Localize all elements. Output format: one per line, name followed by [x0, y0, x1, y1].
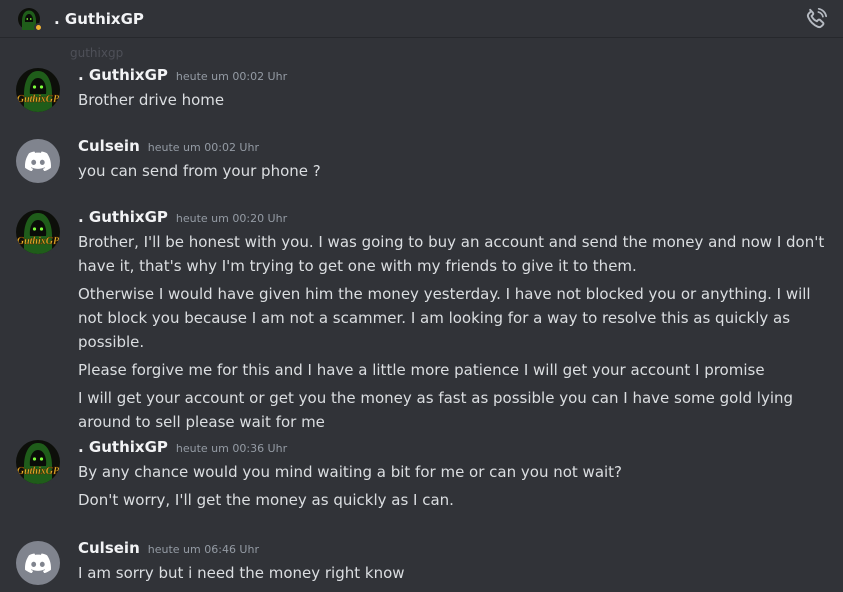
message-text: Brother drive home	[78, 91, 225, 109]
avatar-culsein[interactable]	[16, 541, 60, 585]
message-text: Don't worry, I'll get the money as quick…	[78, 491, 454, 509]
avatar-logo-text: GuthixGP	[17, 236, 60, 247]
avatar-guthixgp[interactable]: GuthixGP	[16, 440, 60, 484]
avatar-logo-text: GuthixGP	[17, 466, 60, 477]
message-timestamp: heute um 00:02 Uhr	[147, 141, 259, 154]
message-list[interactable]: guthixgp GuthixGP . GuthixGP heute um 00…	[0, 38, 843, 592]
message-author[interactable]: Culsein	[78, 539, 140, 557]
message-text: Otherwise I would have given him the mon…	[78, 285, 811, 351]
message-text: Please forgive me for this and I have a …	[78, 361, 765, 379]
hooded-figure-icon: GuthixGP	[16, 210, 60, 254]
message-timestamp: heute um 06:46 Uhr	[147, 543, 259, 556]
avatar-guthixgp[interactable]: GuthixGP	[16, 210, 60, 254]
scrolled-username-fragment: guthixgp	[70, 46, 124, 60]
discord-logo-icon	[25, 553, 51, 573]
header-avatar[interactable]	[18, 7, 43, 32]
message-timestamp: heute um 00:02 Uhr	[175, 70, 288, 83]
avatar-logo-text: GuthixGP	[17, 94, 60, 105]
message-text: I am sorry but i need the money right kn…	[78, 564, 405, 582]
message-text: By any chance would you mind waiting a b…	[78, 463, 623, 481]
message-text: Brother, I'll be honest with you. I was …	[78, 233, 825, 275]
phone-call-icon[interactable]	[803, 6, 829, 32]
message-author[interactable]: . GuthixGP	[78, 438, 168, 456]
message-author[interactable]: Culsein	[78, 137, 140, 155]
hooded-figure-icon: GuthixGP	[16, 440, 60, 484]
discord-logo-icon	[25, 151, 51, 171]
message-timestamp: heute um 00:36 Uhr	[175, 442, 288, 455]
avatar-guthixgp[interactable]: GuthixGP	[16, 68, 60, 112]
hooded-figure-icon: GuthixGP	[16, 68, 60, 112]
status-indicator	[34, 22, 43, 32]
dm-title: . GuthixGP	[54, 9, 144, 28]
message-author[interactable]: . GuthixGP	[78, 66, 168, 84]
message-text: you can send from your phone ?	[78, 162, 321, 180]
avatar-culsein[interactable]	[16, 139, 60, 183]
dm-header: . GuthixGP	[0, 0, 843, 38]
message-text: I will get your account or get you the m…	[78, 389, 794, 431]
message-timestamp: heute um 00:20 Uhr	[175, 212, 288, 225]
message-author[interactable]: . GuthixGP	[78, 208, 168, 226]
dm-window: . GuthixGP guthixgp GuthixGP . GuthixGP …	[0, 0, 843, 592]
